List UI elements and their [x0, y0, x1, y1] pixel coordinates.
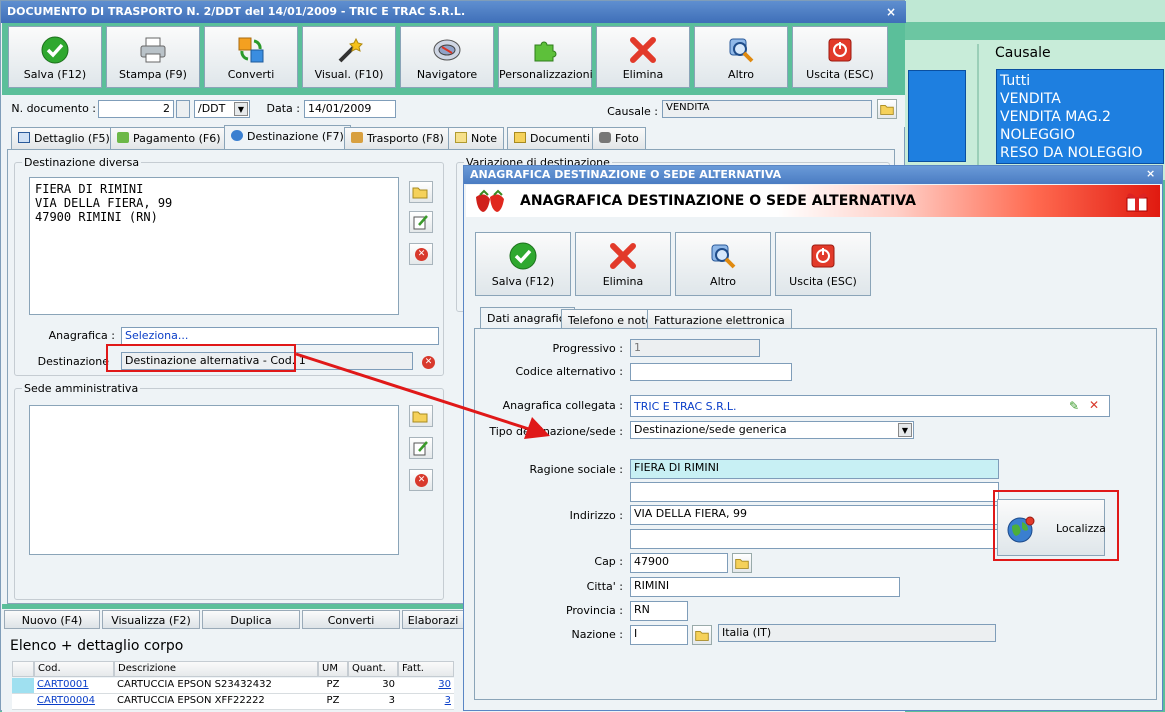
annotation-arrow — [295, 352, 550, 439]
